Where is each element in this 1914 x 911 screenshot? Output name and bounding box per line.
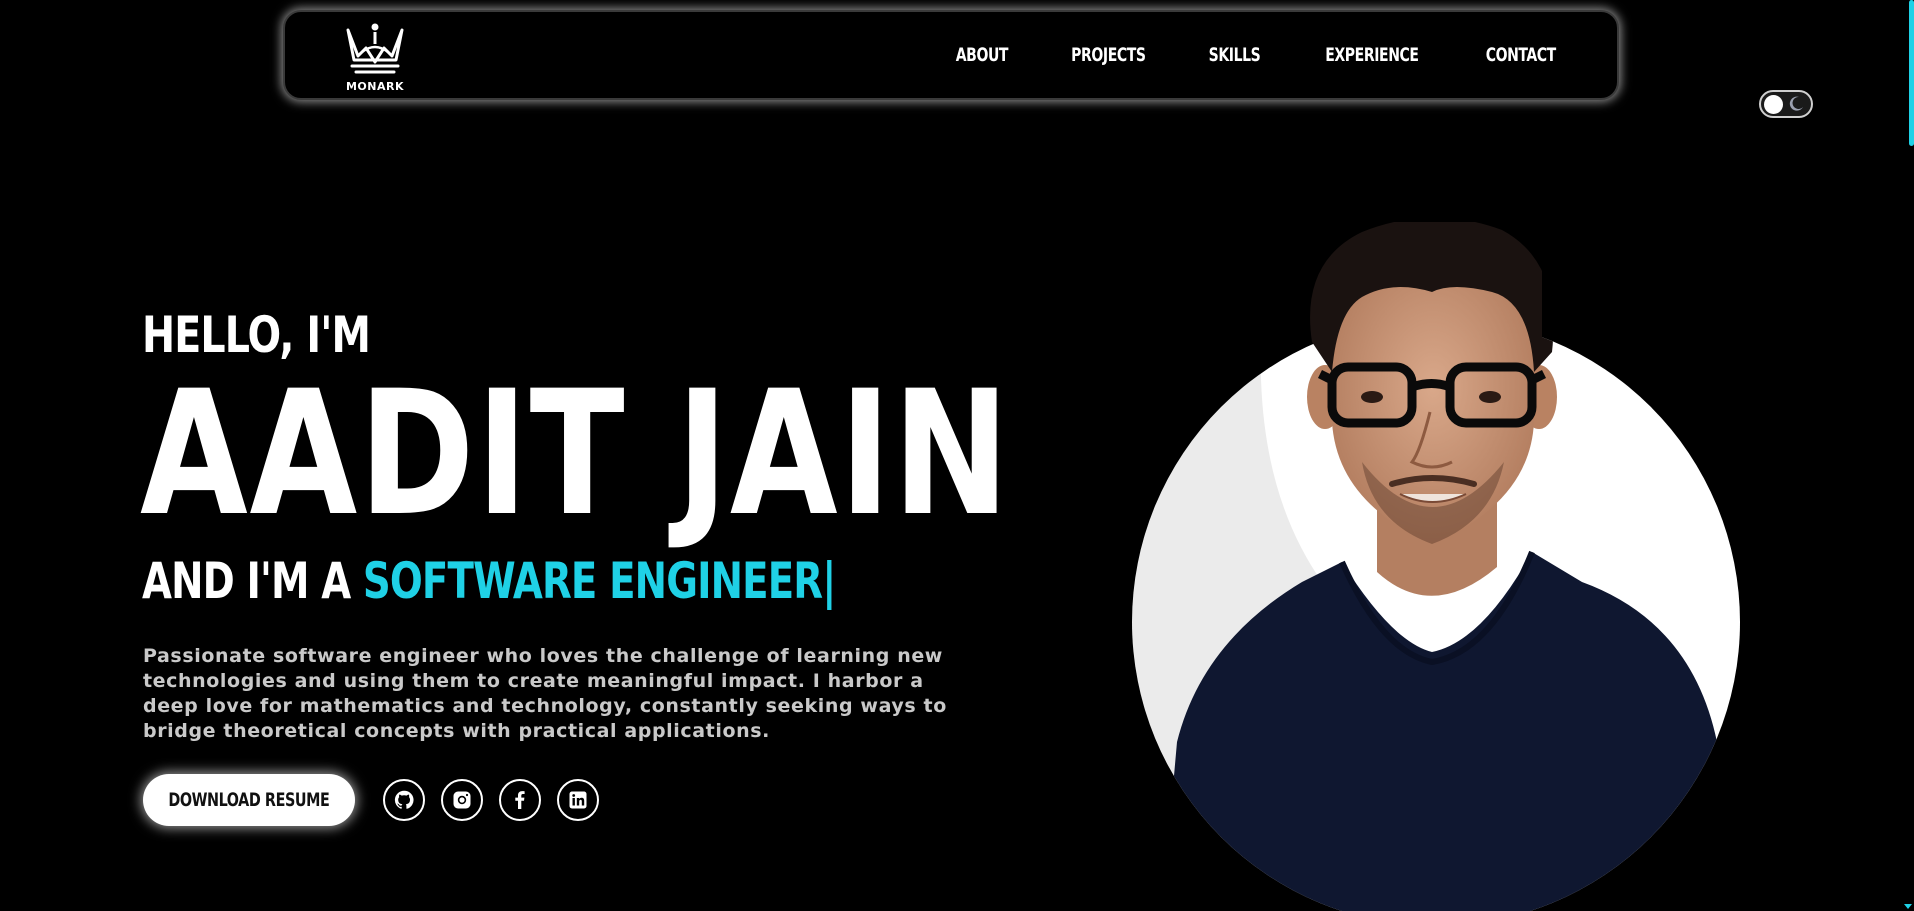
- nav-link-projects[interactable]: PROJECTS: [1071, 44, 1146, 66]
- role-title: SOFTWARE ENGINEER: [362, 552, 823, 610]
- linkedin-icon: [569, 791, 587, 809]
- nav-links: ABOUT PROJECTS SKILLS EXPERIENCE CONTACT: [950, 12, 1563, 98]
- hero-role-line: AND I'M A SOFTWARE ENGINEER|: [142, 552, 836, 610]
- toggle-knob: [1764, 95, 1783, 114]
- download-resume-button[interactable]: DOWNLOAD RESUME: [143, 774, 355, 826]
- social-links: [383, 779, 599, 821]
- moon-icon: [1789, 96, 1803, 111]
- nav-link-skills[interactable]: SKILLS: [1208, 44, 1260, 66]
- hero-bio: Passionate software engineer who loves t…: [143, 645, 947, 742]
- theme-toggle[interactable]: [1759, 90, 1813, 118]
- nav-link-about[interactable]: ABOUT: [956, 44, 1009, 66]
- crown-icon: [346, 23, 404, 74]
- instagram-icon: [453, 791, 471, 809]
- typing-cursor: |: [822, 552, 836, 610]
- page: MONARK ABOUT PROJECTS SKILLS EXPERIENCE …: [0, 0, 1914, 911]
- scroll-indicator[interactable]: [1909, 0, 1914, 146]
- github-link[interactable]: [383, 779, 425, 821]
- navbar: MONARK ABOUT PROJECTS SKILLS EXPERIENCE …: [283, 10, 1619, 100]
- role-prefix: AND I'M A: [142, 552, 351, 610]
- linkedin-link[interactable]: [557, 779, 599, 821]
- nav-link-contact[interactable]: CONTACT: [1485, 44, 1556, 66]
- github-icon: [394, 790, 414, 809]
- nav-link-experience[interactable]: EXPERIENCE: [1325, 44, 1419, 66]
- portrait-illustration: [1132, 222, 1732, 911]
- facebook-icon: [515, 791, 525, 809]
- logo[interactable]: MONARK: [340, 18, 410, 96]
- facebook-link[interactable]: [499, 779, 541, 821]
- instagram-link[interactable]: [441, 779, 483, 821]
- scroll-down-arrow-icon[interactable]: [1904, 904, 1912, 909]
- profile-portrait: [1132, 222, 1742, 911]
- hero-name: AADIT JAIN: [140, 353, 1011, 554]
- logo-text: MONARK: [345, 80, 404, 93]
- download-resume-label: DOWNLOAD RESUME: [168, 789, 330, 811]
